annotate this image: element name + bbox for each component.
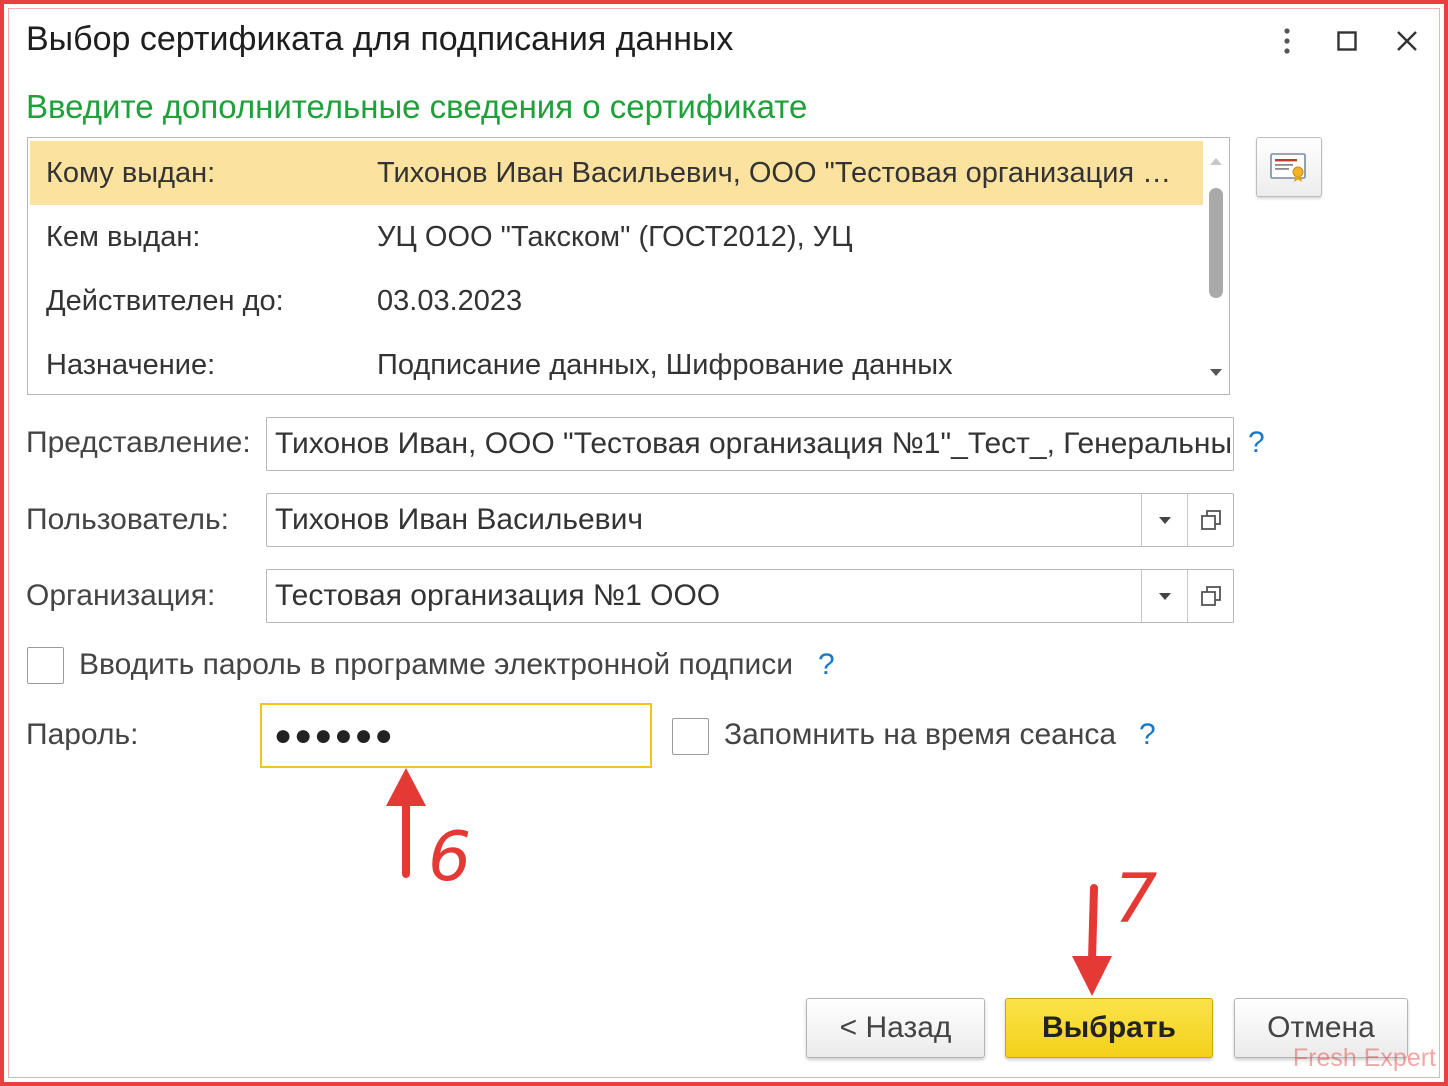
user-open-button[interactable] — [1187, 494, 1233, 546]
enter-password-in-app-label[interactable]: Вводить пароль в программе электронной п… — [79, 648, 793, 682]
organization-label: Организация: — [26, 579, 216, 612]
cert-row-issued-to[interactable]: Кому выдан: Тихонов Иван Васильевич, ООО… — [30, 141, 1203, 205]
section-subtitle: Введите дополнительные сведения о сертиф… — [26, 88, 808, 125]
cert-value: УЦ ООО "Такском" (ГОСТ2012), УЦ — [377, 220, 853, 253]
cert-key: Кем выдан: — [46, 220, 201, 253]
kebab-vertical-icon — [1284, 28, 1290, 54]
password-input[interactable]: ●●●●●● — [260, 703, 652, 768]
select-button[interactable]: Выбрать — [1005, 998, 1213, 1058]
back-button[interactable]: < Назад — [806, 998, 985, 1058]
presentation-value: Тихонов Иван, ООО "Тестовая организация … — [275, 427, 1233, 460]
scroll-down-icon[interactable] — [1210, 369, 1222, 376]
cert-key: Назначение: — [46, 348, 216, 381]
cert-key: Кому выдан: — [46, 156, 216, 189]
watermark: Fresh Expert — [1292, 1044, 1436, 1072]
presentation-field[interactable]: Тихонов Иван, ООО "Тестовая организация … — [266, 417, 1234, 471]
remember-session-checkbox[interactable] — [672, 718, 709, 755]
scroll-thumb[interactable] — [1209, 188, 1223, 298]
certificate-details-table[interactable]: Кому выдан: Тихонов Иван Васильевич, ООО… — [27, 137, 1230, 395]
open-window-icon — [1200, 510, 1221, 530]
cert-row-issued-by[interactable]: Кем выдан: УЦ ООО "Такском" (ГОСТ2012), … — [30, 205, 1203, 269]
remember-session-help-icon[interactable]: ? — [1139, 718, 1156, 752]
user-label: Пользователь: — [26, 503, 230, 536]
annotation-step-6: 6 — [428, 818, 472, 897]
user-value: Тихонов Иван Васильевич — [275, 503, 643, 536]
cert-row-purpose[interactable]: Назначение: Подписание данных, Шифровани… — [30, 333, 1203, 394]
certificate-icon — [1270, 153, 1306, 182]
maximize-icon — [1337, 31, 1357, 51]
open-window-icon — [1200, 586, 1221, 606]
scroll-up-icon[interactable] — [1210, 158, 1222, 165]
organization-value: Тестовая организация №1 ООО — [275, 579, 721, 612]
table-scrollbar[interactable] — [1208, 144, 1224, 388]
cert-row-valid-until[interactable]: Действителен до: 03.03.2023 — [30, 269, 1203, 333]
organization-dropdown-button[interactable] — [1141, 570, 1187, 622]
chevron-down-icon — [1158, 592, 1171, 600]
maximize-button[interactable] — [1324, 18, 1370, 64]
user-field[interactable]: Тихонов Иван Васильевич — [266, 493, 1234, 547]
open-certificate-button[interactable] — [1256, 137, 1322, 197]
annotation-step-7: 7 — [1114, 860, 1158, 939]
chevron-down-icon — [1158, 516, 1171, 524]
presentation-help-icon[interactable]: ? — [1248, 426, 1265, 460]
cert-value: 03.03.2023 — [377, 284, 523, 317]
organization-field[interactable]: Тестовая организация №1 ООО — [266, 569, 1234, 623]
remember-session-label[interactable]: Запомнить на время сеанса — [724, 718, 1116, 752]
enter-password-in-app-checkbox[interactable] — [27, 647, 64, 684]
cert-value: Тихонов Иван Васильевич, ООО "Тестовая о… — [377, 156, 1203, 189]
password-label: Пароль: — [26, 718, 139, 751]
password-value: ●●●●●● — [274, 718, 395, 752]
close-button[interactable] — [1384, 18, 1430, 64]
presentation-label: Представление: — [26, 426, 251, 459]
close-icon — [1397, 31, 1417, 51]
organization-open-button[interactable] — [1187, 570, 1233, 622]
more-menu-button[interactable] — [1264, 18, 1310, 64]
window-title: Выбор сертификата для подписания данных — [26, 20, 734, 58]
cert-key: Действителен до: — [46, 284, 284, 317]
cert-value: Подписание данных, Шифрование данных — [377, 348, 953, 381]
user-dropdown-button[interactable] — [1141, 494, 1187, 546]
enter-password-help-icon[interactable]: ? — [818, 648, 835, 682]
